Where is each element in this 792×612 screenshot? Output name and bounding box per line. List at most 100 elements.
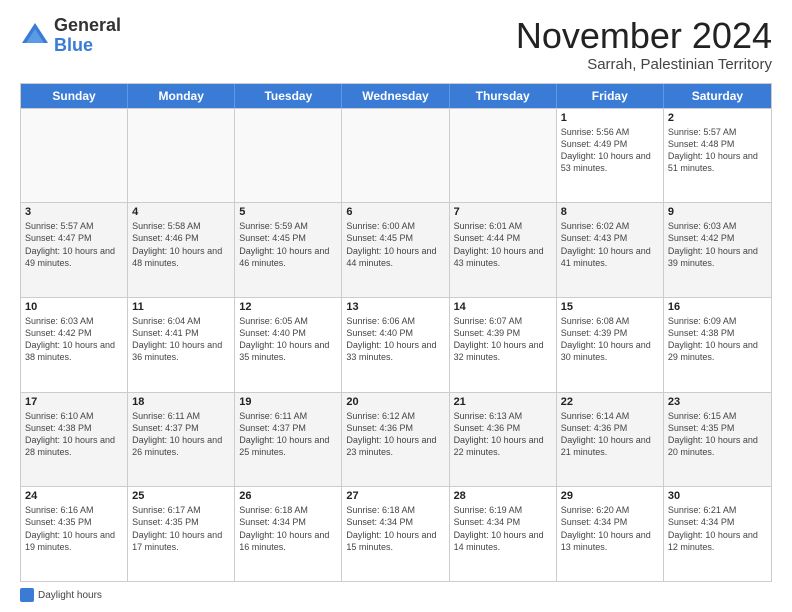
day-number: 4 (132, 206, 230, 218)
cell-info: Sunrise: 6:10 AM Sunset: 4:38 PM Dayligh… (25, 410, 123, 459)
day-number: 24 (25, 490, 123, 502)
cell-info: Sunrise: 5:56 AM Sunset: 4:49 PM Dayligh… (561, 126, 659, 175)
cal-cell-day: 23 Sunrise: 6:15 AM Sunset: 4:35 PM Dayli… (664, 393, 771, 487)
day-number: 12 (239, 301, 337, 313)
cell-info: Sunrise: 6:16 AM Sunset: 4:35 PM Dayligh… (25, 504, 123, 553)
cal-header-cell: Saturday (664, 84, 771, 108)
cell-info: Sunrise: 6:06 AM Sunset: 4:40 PM Dayligh… (346, 315, 444, 364)
cal-header-cell: Thursday (450, 84, 557, 108)
footer: Daylight hours (20, 582, 772, 602)
logo-text: General Blue (54, 16, 121, 56)
day-number: 14 (454, 301, 552, 313)
cal-cell-day: 8 Sunrise: 6:02 AM Sunset: 4:43 PM Daylig… (557, 203, 664, 297)
cal-cell-day: 4 Sunrise: 5:58 AM Sunset: 4:46 PM Daylig… (128, 203, 235, 297)
day-number: 13 (346, 301, 444, 313)
cell-info: Sunrise: 6:15 AM Sunset: 4:35 PM Dayligh… (668, 410, 767, 459)
cal-cell-day: 22Sunrise: 6:14 AM Sunset: 4:36 PM Dayli… (557, 393, 664, 487)
cell-info: Sunrise: 6:11 AM Sunset: 4:37 PM Dayligh… (239, 410, 337, 459)
cal-cell-empty (21, 109, 128, 203)
cal-cell-day: 2 Sunrise: 5:57 AM Sunset: 4:48 PM Daylig… (664, 109, 771, 203)
cal-cell-day: 28 Sunrise: 6:19 AM Sunset: 4:34 PM Dayli… (450, 487, 557, 581)
day-number: 27 (346, 490, 444, 502)
cell-info: Sunrise: 5:57 AM Sunset: 4:48 PM Dayligh… (668, 126, 767, 175)
cell-info: Sunrise: 6:05 AM Sunset: 4:40 PM Dayligh… (239, 315, 337, 364)
cell-info: Sunrise: 6:03 AM Sunset: 4:42 PM Dayligh… (25, 315, 123, 364)
cal-cell-empty (235, 109, 342, 203)
cal-header-cell: Sunday (21, 84, 128, 108)
cell-info: Sunrise: 6:19 AM Sunset: 4:34 PM Dayligh… (454, 504, 552, 553)
cal-cell-empty (342, 109, 449, 203)
cell-info: Sunrise: 6:08 AM Sunset: 4:39 PM Dayligh… (561, 315, 659, 364)
cell-info: Sunrise: 6:09 AM Sunset: 4:38 PM Dayligh… (668, 315, 767, 364)
cal-cell-day: 14 Sunrise: 6:07 AM Sunset: 4:39 PM Dayli… (450, 298, 557, 392)
cell-info: Sunrise: 6:02 AM Sunset: 4:43 PM Dayligh… (561, 220, 659, 269)
logo: General Blue (20, 16, 121, 56)
day-number: 22 (561, 396, 659, 408)
cell-info: Sunrise: 6:18 AM Sunset: 4:34 PM Dayligh… (346, 504, 444, 553)
calendar-body: 1 Sunrise: 5:56 AM Sunset: 4:49 PM Daylig… (21, 108, 771, 581)
header: General Blue November 2024 Sarrah, Pales… (20, 16, 772, 73)
cal-cell-day: 6 Sunrise: 6:00 AM Sunset: 4:45 PM Daylig… (342, 203, 449, 297)
calendar-header: SundayMondayTuesdayWednesdayThursdayFrid… (21, 84, 771, 108)
cell-info: Sunrise: 6:21 AM Sunset: 4:34 PM Dayligh… (668, 504, 767, 553)
title-block: November 2024 Sarrah, Palestinian Territ… (516, 16, 772, 73)
day-number: 11 (132, 301, 230, 313)
day-number: 16 (668, 301, 767, 313)
cal-cell-day: 21 Sunrise: 6:13 AM Sunset: 4:36 PM Dayli… (450, 393, 557, 487)
cell-info: Sunrise: 5:59 AM Sunset: 4:45 PM Dayligh… (239, 220, 337, 269)
day-number: 7 (454, 206, 552, 218)
cal-cell-day: 12 Sunrise: 6:05 AM Sunset: 4:40 PM Dayli… (235, 298, 342, 392)
calendar-row: 1 Sunrise: 5:56 AM Sunset: 4:49 PM Daylig… (21, 108, 771, 203)
cal-header-cell: Tuesday (235, 84, 342, 108)
cal-cell-day: 16 Sunrise: 6:09 AM Sunset: 4:38 PM Dayli… (664, 298, 771, 392)
cal-cell-day: 18 Sunrise: 6:11 AM Sunset: 4:37 PM Dayli… (128, 393, 235, 487)
day-number: 25 (132, 490, 230, 502)
cal-cell-day: 15Sunrise: 6:08 AM Sunset: 4:39 PM Dayli… (557, 298, 664, 392)
cal-cell-day: 11 Sunrise: 6:04 AM Sunset: 4:41 PM Dayli… (128, 298, 235, 392)
cell-info: Sunrise: 6:17 AM Sunset: 4:35 PM Dayligh… (132, 504, 230, 553)
cal-cell-empty (128, 109, 235, 203)
page: General Blue November 2024 Sarrah, Pales… (0, 0, 792, 612)
day-number: 17 (25, 396, 123, 408)
day-number: 26 (239, 490, 337, 502)
cell-info: Sunrise: 6:13 AM Sunset: 4:36 PM Dayligh… (454, 410, 552, 459)
day-number: 30 (668, 490, 767, 502)
calendar-row: 10 Sunrise: 6:03 AM Sunset: 4:42 PM Dayli… (21, 297, 771, 392)
cal-cell-day: 27 Sunrise: 6:18 AM Sunset: 4:34 PM Dayli… (342, 487, 449, 581)
cal-cell-day: 29Sunrise: 6:20 AM Sunset: 4:34 PM Dayli… (557, 487, 664, 581)
cal-cell-empty (450, 109, 557, 203)
calendar-row: 17 Sunrise: 6:10 AM Sunset: 4:38 PM Dayli… (21, 392, 771, 487)
cal-cell-day: 17 Sunrise: 6:10 AM Sunset: 4:38 PM Dayli… (21, 393, 128, 487)
cell-info: Sunrise: 6:12 AM Sunset: 4:36 PM Dayligh… (346, 410, 444, 459)
day-number: 10 (25, 301, 123, 313)
cal-cell-day: 7Sunrise: 6:01 AM Sunset: 4:44 PM Daylig… (450, 203, 557, 297)
cell-info: Sunrise: 5:58 AM Sunset: 4:46 PM Dayligh… (132, 220, 230, 269)
day-number: 18 (132, 396, 230, 408)
cal-cell-day: 19 Sunrise: 6:11 AM Sunset: 4:37 PM Dayli… (235, 393, 342, 487)
legend-label: Daylight hours (38, 590, 102, 601)
day-number: 23 (668, 396, 767, 408)
day-number: 19 (239, 396, 337, 408)
day-number: 5 (239, 206, 337, 218)
cal-cell-day: 26Sunrise: 6:18 AM Sunset: 4:34 PM Dayli… (235, 487, 342, 581)
cal-cell-day: 24 Sunrise: 6:16 AM Sunset: 4:35 PM Dayli… (21, 487, 128, 581)
cal-header-cell: Wednesday (342, 84, 449, 108)
cell-info: Sunrise: 6:11 AM Sunset: 4:37 PM Dayligh… (132, 410, 230, 459)
cal-cell-day: 25 Sunrise: 6:17 AM Sunset: 4:35 PM Dayli… (128, 487, 235, 581)
cell-info: Sunrise: 5:57 AM Sunset: 4:47 PM Dayligh… (25, 220, 123, 269)
cal-header-cell: Friday (557, 84, 664, 108)
day-number: 28 (454, 490, 552, 502)
cell-info: Sunrise: 6:00 AM Sunset: 4:45 PM Dayligh… (346, 220, 444, 269)
month-title: November 2024 (516, 16, 772, 56)
day-number: 20 (346, 396, 444, 408)
cell-info: Sunrise: 6:04 AM Sunset: 4:41 PM Dayligh… (132, 315, 230, 364)
day-number: 1 (561, 112, 659, 124)
cal-cell-day: 30 Sunrise: 6:21 AM Sunset: 4:34 PM Dayli… (664, 487, 771, 581)
calendar: SundayMondayTuesdayWednesdayThursdayFrid… (20, 83, 772, 582)
logo-icon (20, 21, 50, 51)
cell-info: Sunrise: 6:07 AM Sunset: 4:39 PM Dayligh… (454, 315, 552, 364)
day-number: 2 (668, 112, 767, 124)
day-number: 6 (346, 206, 444, 218)
day-number: 8 (561, 206, 659, 218)
day-number: 21 (454, 396, 552, 408)
